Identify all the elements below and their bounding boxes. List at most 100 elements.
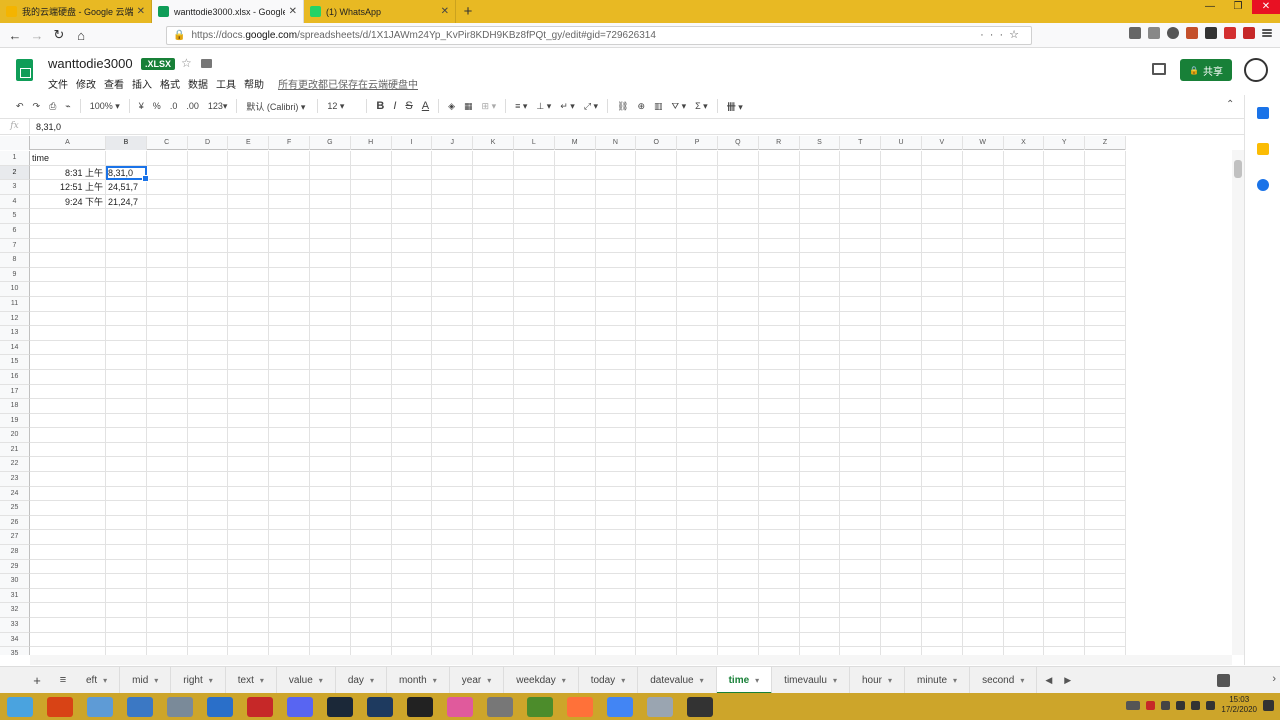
cell-c23[interactable]: [146, 472, 188, 487]
cell-t9[interactable]: [840, 267, 882, 283]
cell-v35[interactable]: [922, 647, 963, 655]
select-all-corner[interactable]: [0, 136, 30, 150]
cell-a16[interactable]: [30, 369, 106, 385]
cell-x17[interactable]: [1003, 384, 1045, 400]
cell-d10[interactable]: [187, 282, 229, 297]
explore-icon[interactable]: [1217, 674, 1230, 687]
column-header[interactable]: L: [514, 136, 555, 150]
cell-w9[interactable]: [962, 267, 1004, 283]
cell-e9[interactable]: [228, 267, 270, 283]
cell-q21[interactable]: [717, 442, 759, 458]
cell-k33[interactable]: [473, 618, 514, 633]
cell-z7[interactable]: [1085, 238, 1126, 254]
cell-g35[interactable]: [310, 647, 351, 655]
cell-h29[interactable]: [350, 559, 392, 575]
cell-o29[interactable]: [636, 559, 678, 575]
cell-f18[interactable]: [269, 399, 310, 414]
cell-i29[interactable]: [391, 559, 433, 575]
cell-u35[interactable]: [881, 647, 922, 655]
taskbar-app-icon[interactable]: [647, 696, 673, 717]
cell-x9[interactable]: [1003, 267, 1045, 283]
cell-h23[interactable]: [350, 472, 392, 487]
cell-y27[interactable]: [1044, 530, 1086, 546]
cell-i26[interactable]: [391, 515, 433, 531]
cell-i34[interactable]: [391, 632, 433, 648]
chevron-down-icon[interactable]: ▾: [700, 676, 704, 685]
cell-g17[interactable]: [309, 384, 351, 400]
volume-icon[interactable]: [1191, 700, 1201, 710]
cell-r26[interactable]: [758, 515, 800, 531]
cell-l6[interactable]: [513, 223, 555, 239]
cell-g5[interactable]: [309, 209, 351, 224]
cell-z31[interactable]: [1085, 588, 1126, 604]
cell-b34[interactable]: [106, 632, 147, 648]
sheet-tab-day[interactable]: day ▾: [336, 666, 387, 694]
cell-o27[interactable]: [636, 530, 678, 546]
cell-o18[interactable]: [636, 399, 678, 414]
cell-r32[interactable]: [758, 603, 800, 618]
cell-w13[interactable]: [962, 326, 1004, 341]
cell-m29[interactable]: [554, 559, 596, 575]
cell-e33[interactable]: [228, 618, 270, 633]
cell-m26[interactable]: [554, 515, 596, 531]
cell-l16[interactable]: [513, 369, 555, 385]
row-header[interactable]: 12: [0, 311, 30, 327]
cell-g22[interactable]: [309, 457, 351, 473]
cell-b19[interactable]: [106, 413, 147, 429]
cell-i22[interactable]: [391, 457, 433, 473]
cell-v15[interactable]: [921, 355, 963, 370]
cell-j10[interactable]: [432, 282, 474, 297]
cell-h1[interactable]: [350, 151, 392, 166]
cell-c15[interactable]: [146, 355, 188, 370]
more-formats-select[interactable]: 123▾: [208, 101, 228, 112]
cell-g34[interactable]: [309, 632, 351, 648]
cell-z26[interactable]: [1085, 515, 1126, 531]
cell-p11[interactable]: [677, 296, 718, 312]
cell-c7[interactable]: [146, 238, 188, 254]
cell-x4[interactable]: [1003, 194, 1045, 210]
cell-n13[interactable]: [595, 326, 637, 341]
cell-x26[interactable]: [1003, 515, 1045, 531]
cell-u32[interactable]: [881, 603, 922, 618]
cell-w33[interactable]: [962, 618, 1004, 633]
cell-r5[interactable]: [758, 209, 800, 224]
cell-c26[interactable]: [146, 515, 188, 531]
cell-y6[interactable]: [1044, 223, 1086, 239]
cell-h14[interactable]: [350, 340, 392, 356]
cell-t7[interactable]: [840, 238, 882, 254]
cell-o11[interactable]: [636, 296, 678, 312]
cell-w25[interactable]: [962, 501, 1004, 516]
cell-s33[interactable]: [799, 618, 841, 633]
cell-g30[interactable]: [309, 574, 351, 589]
cell-e31[interactable]: [228, 588, 270, 604]
column-header[interactable]: B: [106, 136, 147, 150]
cell-e1[interactable]: [228, 151, 270, 166]
cell-t1[interactable]: [840, 151, 882, 166]
menu-item[interactable]: 格式: [160, 76, 180, 91]
cell-q29[interactable]: [717, 559, 759, 575]
cell-k1[interactable]: [473, 151, 514, 166]
cell-k28[interactable]: [473, 545, 514, 560]
cell-q23[interactable]: [717, 472, 759, 487]
cell-t2[interactable]: [840, 165, 882, 181]
cell-c4[interactable]: [146, 194, 188, 210]
cell-o4[interactable]: [636, 194, 678, 210]
cell-v29[interactable]: [921, 559, 963, 575]
cell-i11[interactable]: [391, 296, 433, 312]
cell-o12[interactable]: [636, 311, 678, 327]
cell-p10[interactable]: [677, 282, 718, 297]
cell-j20[interactable]: [432, 428, 474, 443]
column-header[interactable]: V: [922, 136, 963, 150]
row-header[interactable]: 19: [0, 413, 30, 429]
row-header[interactable]: 16: [0, 369, 30, 385]
cell-f32[interactable]: [269, 603, 310, 618]
cell-f8[interactable]: [269, 253, 310, 268]
cell-x20[interactable]: [1003, 428, 1045, 443]
cell-c17[interactable]: [146, 384, 188, 400]
cell-m15[interactable]: [554, 355, 596, 370]
column-header[interactable]: K: [473, 136, 514, 150]
cell-z21[interactable]: [1085, 442, 1126, 458]
cell-c19[interactable]: [146, 413, 188, 429]
cell-g9[interactable]: [309, 267, 351, 283]
cell-s11[interactable]: [799, 296, 841, 312]
